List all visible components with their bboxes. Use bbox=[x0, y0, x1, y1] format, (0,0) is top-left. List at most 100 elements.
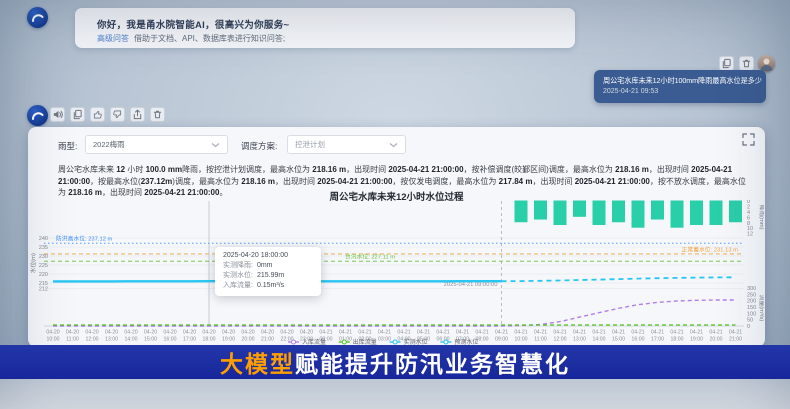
water-level-chart[interactable]: 2025-04-21 09:00:00 防洪高水位: 237.12 m 正常蓄水位:… bbox=[30, 200, 764, 347]
svg-text:04-21: 04-21 bbox=[592, 330, 605, 336]
svg-text:15:00: 15:00 bbox=[612, 337, 625, 343]
footer-strip bbox=[0, 379, 790, 409]
svg-text:13:00: 13:00 bbox=[573, 337, 586, 343]
screen: 你好，我是甬水院智能AI，很高兴为你服务~ 高级问答借助于文档、API、数据库表… bbox=[0, 0, 790, 409]
svg-text:04-20: 04-20 bbox=[144, 330, 157, 336]
copy-button[interactable] bbox=[70, 107, 85, 122]
svg-text:12: 12 bbox=[747, 232, 753, 238]
svg-text:12:00: 12:00 bbox=[86, 337, 99, 343]
svg-text:18:00: 18:00 bbox=[671, 337, 684, 343]
svg-text:04-21: 04-21 bbox=[729, 330, 742, 336]
tooltip-rows: 实测降雨:0mm实测水位:215.99m入库流量:0.15m³/s bbox=[223, 261, 313, 291]
delete-button[interactable] bbox=[150, 107, 165, 122]
svg-text:04-20: 04-20 bbox=[222, 330, 235, 336]
read-aloud-button[interactable] bbox=[50, 107, 65, 122]
svg-text:212: 212 bbox=[39, 286, 48, 292]
svg-text:04-21: 04-21 bbox=[319, 330, 332, 336]
export-button[interactable] bbox=[130, 107, 145, 122]
chart-tooltip: 2025-04-20 18:00:00 实测降雨:0mm实测水位:215.99m… bbox=[215, 247, 321, 296]
trash-icon bbox=[152, 109, 163, 120]
svg-text:04-21: 04-21 bbox=[495, 330, 508, 336]
svg-text:18:00: 18:00 bbox=[203, 337, 216, 343]
svg-text:04-21: 04-21 bbox=[417, 330, 430, 336]
assistant-avatar bbox=[27, 7, 48, 28]
chevron-down-icon bbox=[389, 141, 398, 149]
svg-text:200: 200 bbox=[747, 299, 756, 305]
svg-text:11:00: 11:00 bbox=[534, 337, 547, 343]
svg-text:水位(m): 水位(m) bbox=[30, 253, 37, 273]
svg-text:12:00: 12:00 bbox=[554, 337, 567, 343]
svg-text:04-21: 04-21 bbox=[358, 330, 371, 336]
svg-text:04-21: 04-21 bbox=[651, 330, 664, 336]
svg-text:04-20: 04-20 bbox=[300, 330, 313, 336]
svg-text:13:00: 13:00 bbox=[105, 337, 118, 343]
slogan-banner: 大模型赋能提升防汛业务智慧化 bbox=[0, 345, 790, 379]
message-timestamp: 2025-04-21 09:53 bbox=[603, 88, 658, 95]
svg-text:250: 250 bbox=[747, 292, 756, 298]
export-icon bbox=[132, 109, 143, 120]
svg-text:04-20: 04-20 bbox=[46, 330, 59, 336]
svg-text:04-20: 04-20 bbox=[105, 330, 118, 336]
tooltip-time: 2025-04-20 18:00:00 bbox=[223, 252, 313, 259]
svg-text:04-20: 04-20 bbox=[66, 330, 79, 336]
svg-text:300: 300 bbox=[747, 286, 756, 292]
assistant-message: 你好，我是甬水院智能AI，很高兴为你服务~ 高级问答借助于文档、API、数据库表… bbox=[75, 8, 575, 48]
assistant-logo-icon bbox=[27, 105, 48, 126]
copy-button[interactable] bbox=[719, 56, 734, 71]
assistant-avatar bbox=[27, 105, 48, 126]
assistant-greeting: 你好，我是甬水院智能AI，很高兴为你服务~ bbox=[97, 17, 289, 31]
svg-text:2025-04-21 09:00:00: 2025-04-21 09:00:00 bbox=[444, 282, 498, 288]
svg-text:21:00: 21:00 bbox=[729, 337, 742, 343]
svg-text:04-20: 04-20 bbox=[280, 330, 293, 336]
svg-text:10:00: 10:00 bbox=[515, 337, 528, 343]
svg-text:04-21: 04-21 bbox=[378, 330, 391, 336]
assistant-subtitle: 高级问答借助于文档、API、数据库表进行知识问答; bbox=[97, 33, 285, 44]
rain-type-value: 2022梅雨 bbox=[93, 139, 211, 150]
svg-text:16:00: 16:00 bbox=[164, 337, 177, 343]
svg-text:防洪高水位: 237.12 m: 防洪高水位: 237.12 m bbox=[56, 235, 113, 243]
svg-text:240: 240 bbox=[39, 236, 48, 242]
thumbs-up-icon bbox=[92, 109, 103, 120]
svg-text:04-21: 04-21 bbox=[475, 330, 488, 336]
rain-type-label: 雨型: bbox=[58, 140, 77, 152]
copy-icon bbox=[72, 109, 83, 120]
svg-text:11:00: 11:00 bbox=[66, 337, 79, 343]
svg-text:150: 150 bbox=[747, 305, 756, 311]
fullscreen-button[interactable] bbox=[742, 133, 755, 146]
svg-text:04-20: 04-20 bbox=[183, 330, 196, 336]
thumbs-down-icon bbox=[112, 109, 123, 120]
svg-text:10:00: 10:00 bbox=[47, 337, 60, 343]
svg-text:04-21: 04-21 bbox=[456, 330, 469, 336]
svg-text:04-20: 04-20 bbox=[202, 330, 215, 336]
speaker-icon bbox=[52, 109, 63, 120]
svg-text:04-21: 04-21 bbox=[514, 330, 527, 336]
svg-text:19:00: 19:00 bbox=[222, 337, 235, 343]
svg-text:04-20: 04-20 bbox=[124, 330, 137, 336]
plan-value: 控泄计划 bbox=[295, 139, 389, 150]
svg-text:04-21: 04-21 bbox=[612, 330, 625, 336]
svg-text:14:00: 14:00 bbox=[125, 337, 138, 343]
svg-text:04-20: 04-20 bbox=[85, 330, 98, 336]
svg-text:21:00: 21:00 bbox=[261, 337, 274, 343]
svg-text:09:00: 09:00 bbox=[495, 337, 508, 343]
svg-text:20:00: 20:00 bbox=[710, 337, 723, 343]
thumbs-up-button[interactable] bbox=[90, 107, 105, 122]
svg-text:04-21: 04-21 bbox=[436, 330, 449, 336]
svg-text:04-20: 04-20 bbox=[261, 330, 274, 336]
rain-type-select[interactable]: 2022梅雨 bbox=[85, 135, 228, 154]
qa-mode-tag: 高级问答 bbox=[97, 34, 129, 43]
svg-text:04-21: 04-21 bbox=[534, 330, 547, 336]
plan-select[interactable]: 控泄计划 bbox=[287, 135, 406, 154]
svg-text:17:00: 17:00 bbox=[183, 337, 196, 343]
svg-text:04-20: 04-20 bbox=[241, 330, 254, 336]
svg-text:50: 50 bbox=[747, 318, 753, 324]
svg-text:20:00: 20:00 bbox=[242, 337, 255, 343]
thumbs-down-button[interactable] bbox=[110, 107, 125, 122]
delete-button[interactable] bbox=[739, 56, 754, 71]
chevron-down-icon bbox=[211, 141, 220, 149]
trash-icon bbox=[741, 58, 752, 69]
svg-text:正常蓄水位: 231.13 m: 正常蓄水位: 231.13 m bbox=[682, 245, 739, 253]
analysis-panel: 雨型: 2022梅雨 调度方案: 控泄计划 周公宅水库未来 12 小时 100.… bbox=[28, 127, 765, 347]
svg-text:230: 230 bbox=[39, 254, 48, 260]
assistant-logo-icon bbox=[27, 7, 48, 28]
